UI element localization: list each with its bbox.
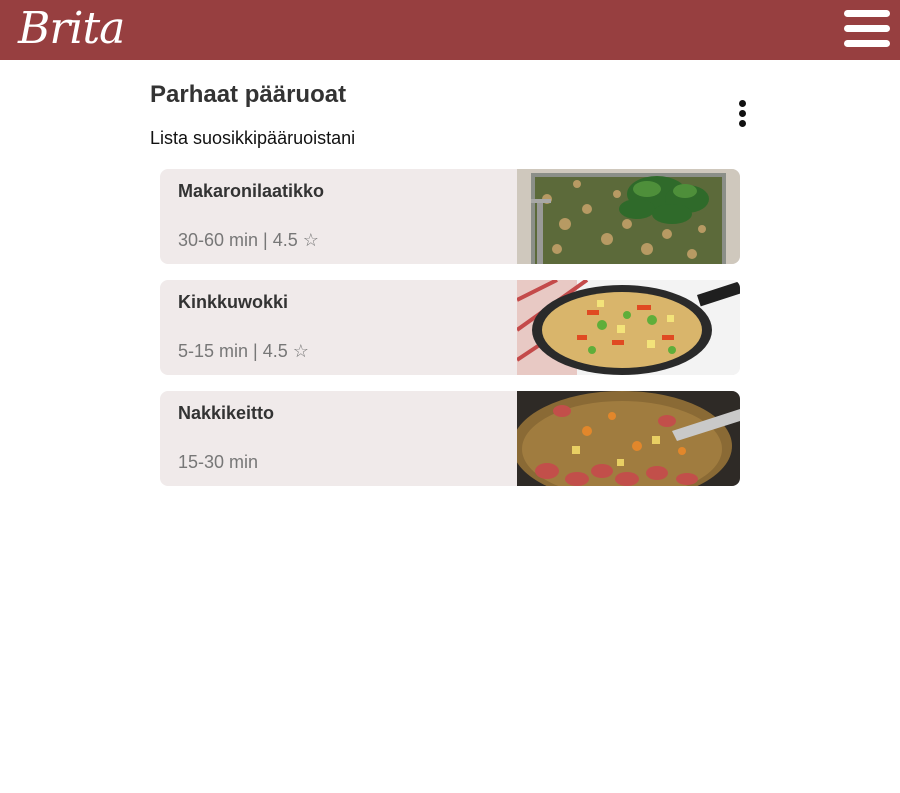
kebab-dot (739, 110, 746, 117)
menu-bar (844, 40, 890, 47)
menu-bar (844, 25, 890, 32)
recipe-card-kinkkuwokki[interactable]: Kinkkuwokki 5-15 min | 4.5 ☆ (160, 280, 740, 375)
recipe-title: Kinkkuwokki (178, 292, 289, 312)
logo-text: Brita (18, 3, 125, 54)
kebab-menu-icon[interactable] (734, 98, 750, 130)
brita-logo[interactable]: Brita (18, 2, 125, 56)
recipe-meta: 5-15 min | 4.5 ☆ (178, 341, 309, 361)
recipe-meta: 15-30 min (178, 452, 259, 472)
recipe-card-nakkikeitto[interactable]: Nakkikeitto 15-30 min (160, 391, 740, 486)
hamburger-menu-icon[interactable] (844, 10, 890, 48)
page-title: Parhaat pääruoat (150, 81, 347, 108)
recipe-card-makaronilaatikko[interactable]: Makaronilaatikko 30-60 min | 4.5 ☆ (160, 169, 740, 264)
ham-wok-pan-photo (517, 280, 740, 375)
kebab-dot (739, 120, 746, 127)
recipe-title: Nakkikeitto (178, 403, 275, 423)
menu-bar (844, 10, 890, 17)
sausage-soup-pot-photo (517, 391, 740, 486)
kebab-dot (739, 100, 746, 107)
macaroni-casserole-photo (517, 169, 740, 264)
recipe-title: Makaronilaatikko (178, 181, 325, 201)
page-subtitle: Lista suosikkipääruoistani (150, 128, 356, 148)
recipe-meta: 30-60 min | 4.5 ☆ (178, 230, 319, 250)
app-header: Brita (0, 0, 900, 60)
